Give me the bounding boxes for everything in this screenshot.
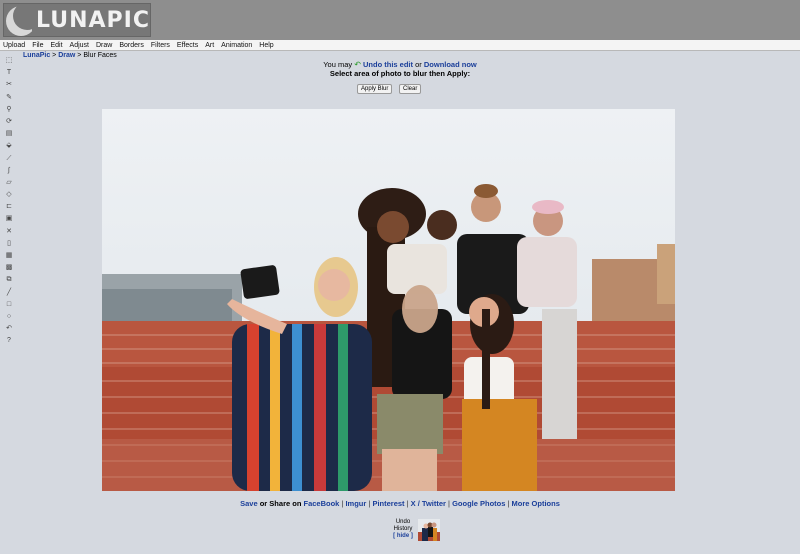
layers-icon[interactable]: ▩: [4, 262, 14, 274]
undo-history-label-2: History: [393, 526, 413, 532]
history-thumbnail-image: [418, 519, 440, 541]
open-file-icon[interactable]: ⊏: [4, 201, 14, 213]
save-link[interactable]: Save: [240, 499, 258, 508]
editing-canvas-photo[interactable]: [102, 109, 675, 491]
brush-icon[interactable]: ∫: [4, 165, 14, 177]
main-menu-bar: Upload File Edit Adjust Draw Borders Fil…: [0, 40, 800, 51]
menu-file[interactable]: File: [29, 40, 47, 50]
undo-edit-link[interactable]: Undo this edit: [363, 60, 413, 69]
rectangle-tool-icon[interactable]: □: [4, 299, 14, 311]
imgur-share-link[interactable]: Imgur: [345, 499, 366, 508]
menu-filters[interactable]: Filters: [148, 40, 174, 50]
menu-edit[interactable]: Edit: [47, 40, 66, 50]
eyedropper-icon[interactable]: ⟋: [4, 153, 14, 165]
menu-effects[interactable]: Effects: [174, 40, 202, 50]
or-share-on-text: or Share on: [257, 499, 304, 508]
eraser-icon[interactable]: ◇: [4, 189, 14, 201]
group-selfie-photo: [102, 109, 675, 491]
breadcrumb-home-link[interactable]: LunaPic: [23, 52, 50, 59]
menu-adjust[interactable]: Adjust: [67, 40, 93, 50]
close-x-icon[interactable]: ✕: [4, 226, 14, 238]
pinterest-share-link[interactable]: Pinterest: [372, 499, 404, 508]
undo-icon[interactable]: ↶: [4, 323, 14, 335]
menu-borders[interactable]: Borders: [116, 40, 148, 50]
menu-art[interactable]: Art: [202, 40, 218, 50]
google-photos-share-link[interactable]: Google Photos: [452, 499, 505, 508]
or-text: or: [413, 60, 424, 69]
logo-text: LUNAPIC: [36, 7, 150, 33]
help-icon[interactable]: ?: [4, 335, 14, 347]
edit-notice: You may ↶ Undo this edit or Download now…: [200, 60, 600, 78]
line-tool-icon[interactable]: ╱: [4, 287, 14, 299]
apply-blur-button[interactable]: Apply Blur: [357, 84, 393, 94]
text-tool-icon[interactable]: T: [4, 67, 14, 79]
undo-arrow-icon: ↶: [354, 60, 361, 69]
breadcrumb-current: Blur Faces: [83, 52, 117, 59]
zoom-icon[interactable]: ⚲: [4, 104, 14, 116]
scissors-icon[interactable]: ✂: [4, 79, 14, 91]
open-folder-icon[interactable]: ▱: [4, 177, 14, 189]
more-options-link[interactable]: More Options: [512, 499, 560, 508]
paint-bucket-icon[interactable]: ⬙: [4, 140, 14, 152]
history-thumbnail[interactable]: [418, 519, 440, 541]
rotate-icon[interactable]: ⟳: [4, 116, 14, 128]
clear-button[interactable]: Clear: [399, 84, 422, 94]
ellipse-tool-icon[interactable]: ○: [4, 311, 14, 323]
lunapic-logo[interactable]: LUNAPIC: [3, 3, 151, 37]
breadcrumb-draw-link[interactable]: Draw: [58, 52, 75, 59]
download-now-link[interactable]: Download now: [424, 60, 477, 69]
header-bar: LUNAPIC: [0, 0, 800, 40]
menu-draw[interactable]: Draw: [93, 40, 116, 50]
tool-palette: ⬚ T ✂ ✎ ⚲ ⟳ ▤ ⬙ ⟋ ∫ ▱ ◇ ⊏ ▣ ✕ ▯ ▦ ▩ ⧉ ╱ □ ○ ↶?: [4, 55, 16, 348]
menu-upload[interactable]: Upload: [0, 40, 29, 50]
undo-history-label-1: Undo: [395, 519, 411, 525]
hide-history-link[interactable]: [ hide ]: [393, 533, 413, 539]
copy-icon[interactable]: ⧉: [4, 274, 14, 286]
breadcrumb: LunaPic > Draw > Blur Faces: [23, 52, 117, 59]
new-page-icon[interactable]: ▯: [4, 238, 14, 250]
facebook-share-link[interactable]: FaceBook: [303, 499, 339, 508]
pencil-icon[interactable]: ✎: [4, 92, 14, 104]
crop-icon[interactable]: ▤: [4, 128, 14, 140]
blur-instruction: Select area of photo to blur then Apply:: [329, 69, 471, 78]
x-twitter-share-link[interactable]: X / Twitter: [411, 499, 446, 508]
moon-logo-icon: [4, 4, 32, 36]
save-disk-icon[interactable]: ▣: [4, 213, 14, 225]
you-may-text: You may: [323, 60, 355, 69]
menu-help[interactable]: Help: [256, 40, 277, 50]
marquee-select-icon[interactable]: ⬚: [4, 55, 14, 67]
undo-history-panel: Undo History [ hide ]: [388, 519, 418, 540]
share-bar: Save or Share on FaceBook | Imgur | Pint…: [200, 499, 600, 508]
menu-animation[interactable]: Animation: [218, 40, 256, 50]
print-icon[interactable]: ▦: [4, 250, 14, 262]
